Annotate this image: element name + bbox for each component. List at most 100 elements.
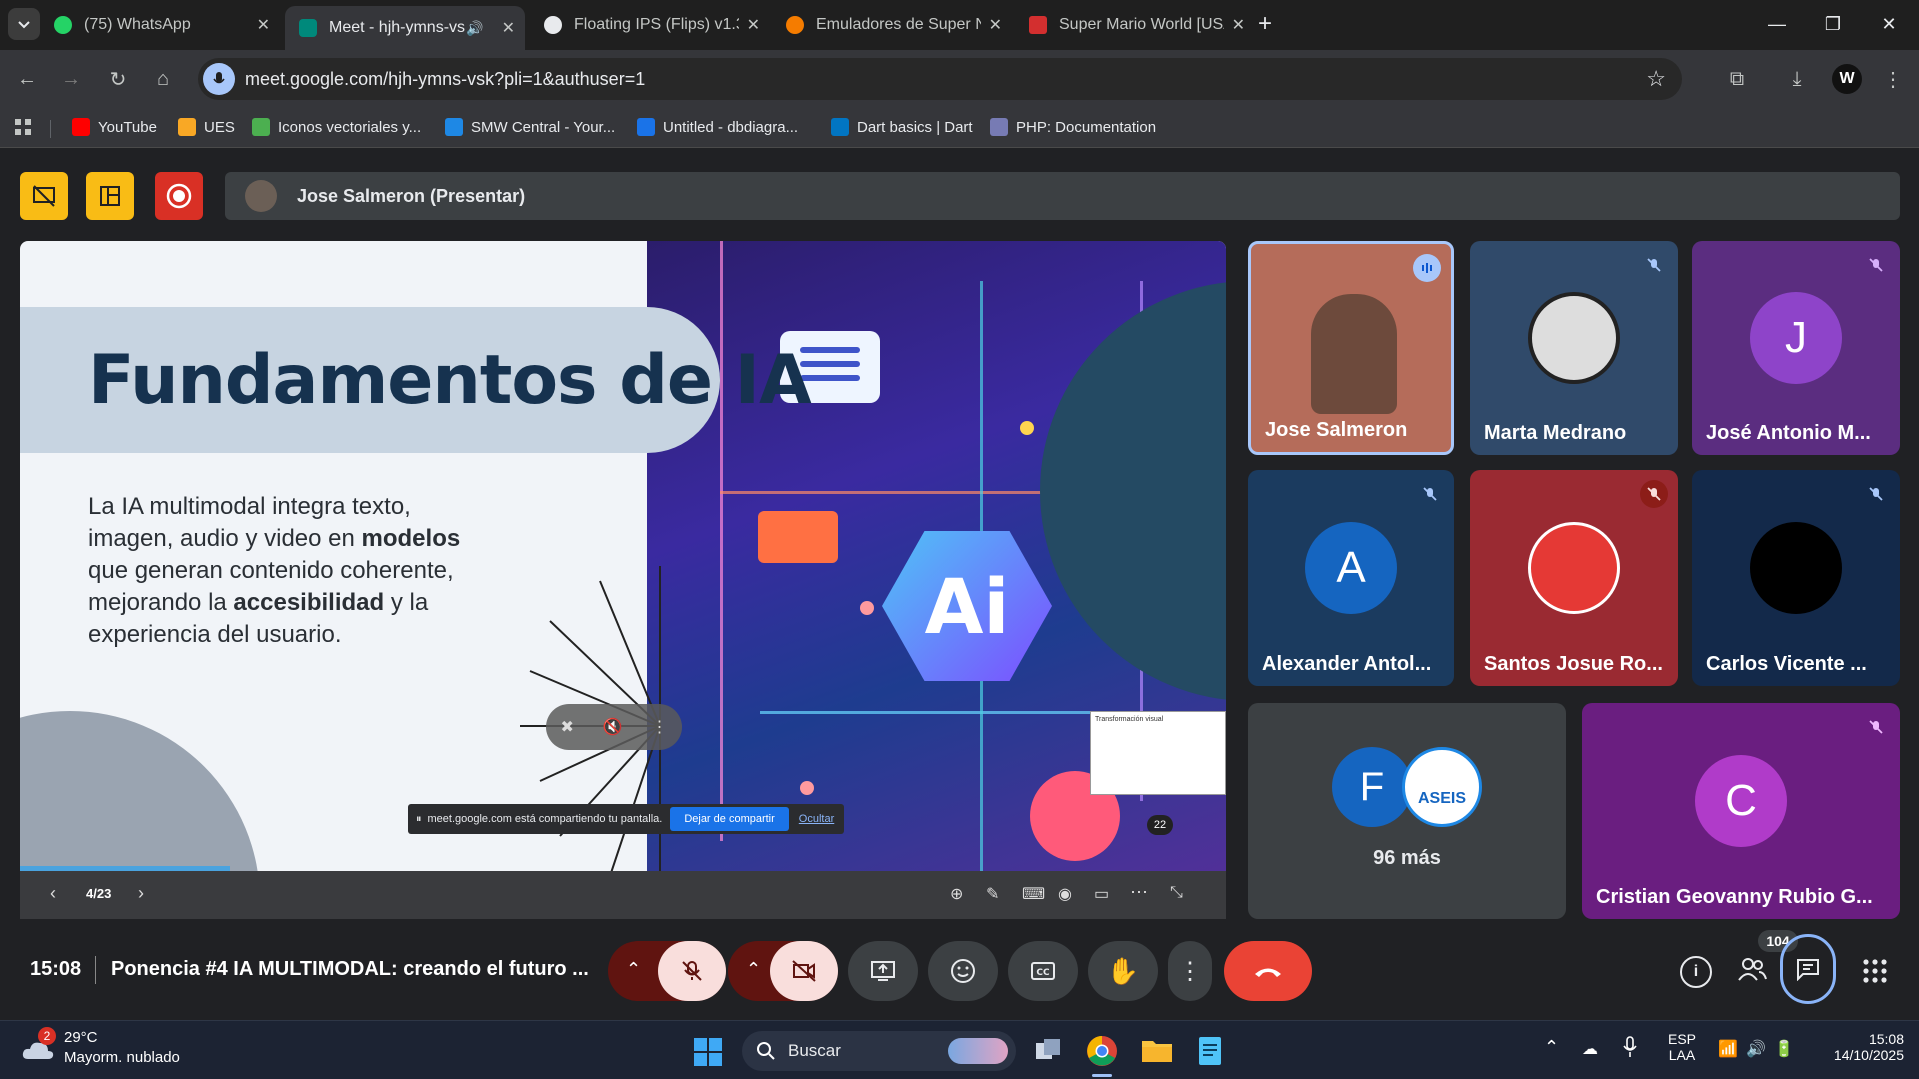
camera-toggle-button[interactable] <box>770 941 838 1001</box>
fullscreen-exit-icon[interactable]: ⤡ <box>1170 884 1183 902</box>
camera-options-chevron-icon[interactable]: ⌃ <box>746 959 761 980</box>
mic-off-icon <box>1640 480 1668 508</box>
reload-button[interactable]: ↻ <box>103 64 133 94</box>
recording-button[interactable] <box>155 172 203 220</box>
captions-button[interactable]: CC <box>1008 941 1078 1001</box>
home-button[interactable]: ⌂ <box>148 64 178 94</box>
extensions-icon[interactable]: ⧉ <box>1722 64 1752 94</box>
leave-call-button[interactable] <box>1224 941 1312 1001</box>
notepad-button[interactable] <box>1196 1033 1224 1067</box>
tab-emuladores[interactable]: Emuladores de Super Nintendo ✕ <box>772 6 1012 44</box>
address-bar[interactable]: meet.google.com/hjh-ymns-vsk?pli=1&authu… <box>198 58 1682 100</box>
weather-badge: 2 <box>38 1027 56 1045</box>
language-indicator[interactable]: ESP LAA <box>1668 1031 1696 1063</box>
stop-sharing-button[interactable]: Dejar de compartir <box>670 807 789 831</box>
onedrive-icon[interactable]: ☁ <box>1582 1039 1598 1059</box>
bookmark-dbdiagram[interactable]: Untitled - dbdiagra... <box>637 118 798 136</box>
mic-off-icon <box>1416 480 1444 508</box>
avatar <box>1750 522 1842 614</box>
mic-toggle-button[interactable] <box>658 941 726 1001</box>
participant-tile-alexander[interactable]: A Alexander Antol... <box>1248 470 1454 686</box>
close-window-button[interactable]: ✕ <box>1866 8 1912 40</box>
close-icon[interactable]: ✕ <box>502 18 515 38</box>
system-clock[interactable]: 15:08 14/10/2025 <box>1812 1031 1904 1063</box>
keyboard-icon[interactable]: ⌨ <box>1022 884 1045 904</box>
volume-icon[interactable]: 🔊 <box>1746 1039 1766 1059</box>
download-icon[interactable]: ⤓ <box>1782 64 1812 94</box>
more-icon[interactable]: ⋯ <box>1130 882 1148 903</box>
speaker-icon[interactable]: 🔊 <box>466 20 483 37</box>
minimize-button[interactable]: — <box>1754 8 1800 40</box>
close-icon[interactable]: ✕ <box>257 15 270 35</box>
unpin-icon[interactable]: ✖ <box>560 717 573 737</box>
restore-button[interactable]: ❐ <box>1810 8 1856 40</box>
hide-notice-link[interactable]: Ocultar <box>799 813 834 825</box>
present-screen-button[interactable] <box>848 941 918 1001</box>
chrome-taskbar-button[interactable] <box>1084 1033 1120 1069</box>
activities-button[interactable] <box>1862 958 1888 984</box>
slide-thumbnail[interactable]: Transformación visual <box>1090 711 1226 795</box>
slide-title: Fundamentos de IA <box>88 341 812 420</box>
slide-body: La IA multimodal integra texto, imagen, … <box>88 493 461 648</box>
layout-button[interactable] <box>86 172 134 220</box>
tab-whatsapp[interactable]: (75) WhatsApp ✕ <box>40 6 280 44</box>
file-explorer-button[interactable] <box>1140 1035 1174 1065</box>
start-button[interactable] <box>693 1037 723 1067</box>
apps-grid-icon[interactable] <box>14 118 32 136</box>
bookmark-smw[interactable]: SMW Central - Your... <box>445 118 615 136</box>
bookmark-php[interactable]: PHP: Documentation <box>990 118 1156 136</box>
back-button[interactable]: ← <box>12 64 42 94</box>
cast-icon[interactable]: ▭ <box>1094 884 1109 904</box>
participant-tile-jose-salmeron[interactable]: Jose Salmeron <box>1248 241 1454 455</box>
chat-button[interactable] <box>1780 934 1836 1004</box>
zoom-icon[interactable]: ⊕ <box>950 884 963 904</box>
others-tile[interactable]: F ASEIS 96 más <box>1248 703 1566 919</box>
task-view-button[interactable] <box>1032 1035 1064 1067</box>
next-slide-button[interactable]: › <box>138 883 144 904</box>
broadcast-icon[interactable]: ◉ <box>1058 884 1072 904</box>
tab-meet[interactable]: Meet - hjh-ymns-vsk 🔊 ✕ <box>285 6 525 50</box>
more-vert-icon[interactable]: ⋮ <box>652 717 668 737</box>
participant-tile-carlos-vicente[interactable]: Carlos Vicente ... <box>1692 470 1900 686</box>
participant-tile-santos-josue[interactable]: Santos Josue Ro... <box>1470 470 1678 686</box>
tab-flips[interactable]: Floating IPS (Flips) v1.31 - Tools ✕ <box>530 6 770 44</box>
participant-tile-jose-antonio[interactable]: J José Antonio M... <box>1692 241 1900 455</box>
forward-button[interactable]: → <box>56 64 86 94</box>
reactions-button[interactable] <box>928 941 998 1001</box>
battery-icon[interactable]: 🔋 <box>1774 1039 1794 1059</box>
new-tab-button[interactable]: + <box>1258 10 1272 38</box>
bookmark-youtube[interactable]: YouTube <box>72 118 157 136</box>
windows-taskbar: 2 29°C Mayorm. nublado Buscar ⌃ ☁ ESP LAA… <box>0 1020 1919 1079</box>
more-options-button[interactable]: ⋮ <box>1168 941 1212 1001</box>
bookmark-ues[interactable]: UES <box>178 118 235 136</box>
close-icon[interactable]: ✕ <box>1232 15 1245 35</box>
participant-tile-marta-medrano[interactable]: Marta Medrano <box>1470 241 1678 455</box>
mic-options-chevron-icon[interactable]: ⌃ <box>626 959 641 980</box>
video-feed <box>1311 294 1397 414</box>
participant-tile-cristian[interactable]: C Cristian Geovanny Rubio G... <box>1582 703 1900 919</box>
presentation-toggle-button[interactable] <box>20 172 68 220</box>
tab-search-button[interactable] <box>8 8 40 40</box>
pen-icon[interactable]: ✎ <box>986 884 999 904</box>
wifi-icon[interactable]: 📶 <box>1718 1039 1738 1059</box>
google-meet-icon <box>299 19 317 37</box>
raise-hand-button[interactable]: ✋ <box>1088 941 1158 1001</box>
site-info-icon[interactable] <box>203 63 235 95</box>
meeting-info-icon[interactable]: i <box>1680 956 1712 988</box>
mute-speaker-icon[interactable]: 🔇 <box>603 717 623 737</box>
tab-super-mario[interactable]: Super Mario World [USA]-Super ✕ <box>1015 6 1255 44</box>
close-icon[interactable]: ✕ <box>747 15 760 35</box>
bookmark-iconos[interactable]: Iconos vectoriales y... <box>252 118 421 136</box>
chat-icon <box>1797 959 1819 981</box>
taskbar-search[interactable]: Buscar <box>742 1031 1016 1071</box>
task-view-icon <box>1036 1039 1060 1059</box>
bookmark-star-icon[interactable]: ☆ <box>1646 66 1666 92</box>
close-icon[interactable]: ✕ <box>989 15 1002 35</box>
menu-dots-icon[interactable]: ⋮ <box>1878 64 1908 94</box>
show-hidden-icons-icon[interactable]: ⌃ <box>1544 1037 1559 1058</box>
people-button[interactable] <box>1737 956 1777 988</box>
prev-slide-button[interactable]: ‹ <box>50 883 56 904</box>
bookmark-dart[interactable]: Dart basics | Dart <box>831 118 973 136</box>
mic-tray-icon[interactable] <box>1622 1035 1638 1059</box>
profile-avatar[interactable]: W <box>1832 64 1862 94</box>
